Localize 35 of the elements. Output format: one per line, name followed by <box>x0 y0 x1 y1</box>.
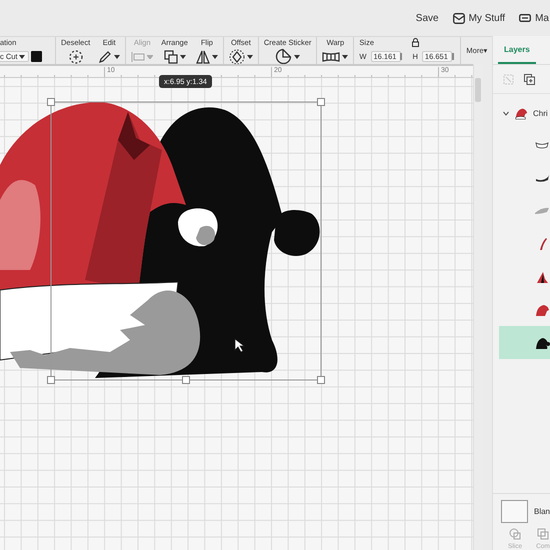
header-link[interactable]: Ma <box>519 12 549 24</box>
deselect-icon <box>68 50 83 64</box>
color-swatch[interactable] <box>31 51 42 62</box>
chevron-down-icon[interactable] <box>503 110 509 116</box>
warp-icon <box>322 50 340 62</box>
layer-group[interactable]: Chri <box>493 98 550 128</box>
caret-icon <box>246 54 253 58</box>
caret-icon <box>180 54 186 58</box>
lock-icon[interactable] <box>412 38 419 46</box>
caret-icon <box>19 54 25 58</box>
scrollbar-thumb[interactable] <box>475 78 481 102</box>
caret-icon <box>147 54 154 58</box>
offset-icon <box>228 48 245 64</box>
header-link[interactable]: My Stuff <box>452 12 506 24</box>
caret-icon <box>294 54 300 58</box>
flip-icon <box>196 50 210 64</box>
align-icon <box>131 50 146 62</box>
combine-icon <box>536 528 549 540</box>
canvas-label: Blan <box>534 507 550 516</box>
selected-santa-hat-drawing[interactable] <box>0 98 325 384</box>
cursor-icon <box>234 338 246 352</box>
caret-icon <box>114 54 120 58</box>
panel-tab[interactable]: Layers <box>498 36 536 64</box>
blank-canvas-swatch[interactable] <box>501 500 528 523</box>
header-link[interactable]: Save <box>416 12 439 24</box>
sticker-icon <box>275 48 292 64</box>
layer-item[interactable] <box>499 326 550 359</box>
duplicate-icon[interactable] <box>524 74 535 84</box>
caret-icon <box>212 54 218 58</box>
envelope-icon <box>452 12 465 24</box>
pencil-icon <box>98 50 112 64</box>
hat-thumbnail-icon <box>514 106 528 120</box>
caret-icon <box>342 54 348 58</box>
ungroup-icon[interactable] <box>503 74 514 84</box>
slice-icon <box>509 528 522 540</box>
